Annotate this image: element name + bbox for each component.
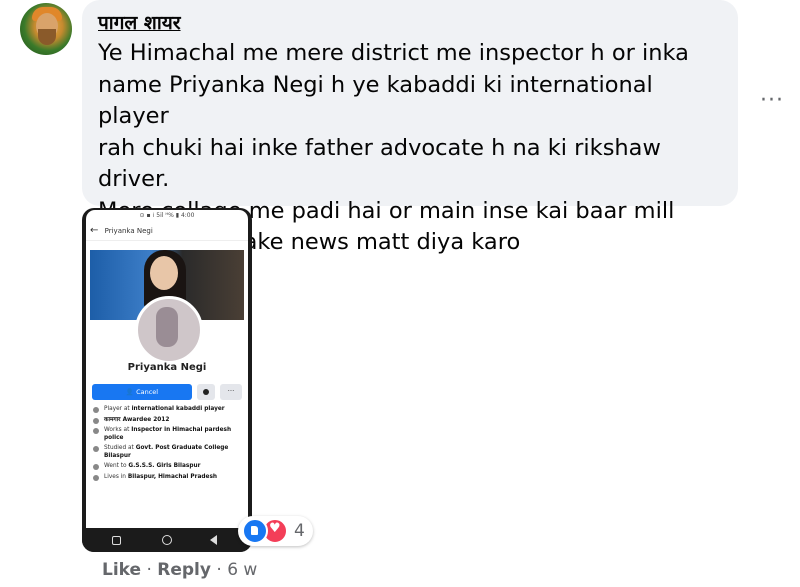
- separator: ·: [141, 560, 158, 580]
- like-icon: [242, 518, 268, 544]
- back-triangle-icon: [210, 535, 217, 545]
- profile-info-list: Player at international kabaddi player क…: [92, 406, 244, 484]
- comment-actions: Like · Reply · 6 w: [102, 560, 257, 580]
- profile-figure: [156, 307, 178, 347]
- phone-app-title: Priyanka Negi: [104, 227, 153, 235]
- profile-more-button: ···: [220, 384, 242, 400]
- recent-apps-icon: [112, 536, 121, 545]
- award-icon: [93, 417, 99, 424]
- phone-status-bar: ⊙ ▪ ⁞ 5il ᴴ% ▮ 4:00: [139, 212, 195, 219]
- profile-name: Priyanka Negi: [127, 362, 207, 373]
- comment-bubble: पागल शायर Ye Himachal me mere district m…: [82, 0, 738, 255]
- profile-photo: [135, 296, 203, 364]
- info-prefix: Went to: [104, 463, 129, 469]
- comment-line: Ye Himachal me mere district me inspecto…: [98, 40, 689, 66]
- info-row: Studied at Govt. Post Graduate College B…: [92, 445, 244, 460]
- more-options-icon[interactable]: ···: [760, 88, 784, 113]
- info-value: Bilaspur, Himachal Pradesh: [127, 473, 218, 480]
- timestamp[interactable]: 6 w: [227, 560, 257, 580]
- phone-screen: ⊙ ▪ ⁞ 5il ᴴ% ▮ 4:00 ← Priyanka Negi Priy…: [86, 210, 248, 528]
- cover-face: [150, 256, 178, 290]
- info-row: Player at international kabaddi player: [92, 406, 244, 414]
- reaction-summary[interactable]: 4: [238, 516, 313, 546]
- comment-line: rah chuki hai inke father advocate h na …: [98, 134, 661, 193]
- info-value: कामगार Awardee 2012: [104, 416, 170, 423]
- graduation-cap-icon: [93, 464, 99, 470]
- reply-button[interactable]: Reply: [157, 560, 211, 580]
- briefcase-icon: [93, 428, 99, 434]
- phone-app-bar: ← Priyanka Negi: [86, 222, 248, 241]
- info-row: Works at Inspector in Himachal pardesh p…: [92, 427, 244, 442]
- home-icon: [93, 474, 99, 481]
- comment-author[interactable]: पागल शायर: [98, 10, 722, 36]
- avatar-beard: [38, 29, 56, 45]
- phone-nav-bar: [82, 528, 252, 552]
- attached-screenshot[interactable]: ⊙ ▪ ⁞ 5il ᴴ% ▮ 4:00 ← Priyanka Negi Priy…: [82, 208, 252, 552]
- info-prefix: Studied at: [104, 445, 136, 451]
- info-row: Went to G.S.S.S. Girls Bilaspur: [92, 463, 244, 471]
- cancel-request-button: 👤 Cancel: [92, 384, 192, 400]
- separator: ·: [210, 560, 228, 580]
- comment-line: name Priyanka Negi h ye kabaddi ki inter…: [98, 71, 653, 130]
- back-arrow-icon: ←: [90, 225, 99, 236]
- info-value: international kabaddi player: [131, 406, 225, 412]
- messenger-icon: [197, 384, 215, 400]
- info-row: Lives in Bilaspur, Himachal Pradesh: [92, 474, 244, 482]
- author-avatar[interactable]: [20, 3, 72, 55]
- info-row: कामगार Awardee 2012: [92, 417, 244, 425]
- info-prefix: Player at: [104, 406, 132, 412]
- briefcase-icon: [93, 407, 99, 413]
- info-prefix: Lives in: [104, 473, 128, 480]
- reaction-count: 4: [294, 521, 305, 541]
- info-prefix: Works at: [104, 427, 132, 433]
- home-button-icon: [162, 535, 172, 545]
- graduation-cap-icon: [93, 446, 99, 452]
- info-value: G.S.S.S. Girls Bilaspur: [128, 463, 201, 469]
- like-button[interactable]: Like: [102, 560, 141, 580]
